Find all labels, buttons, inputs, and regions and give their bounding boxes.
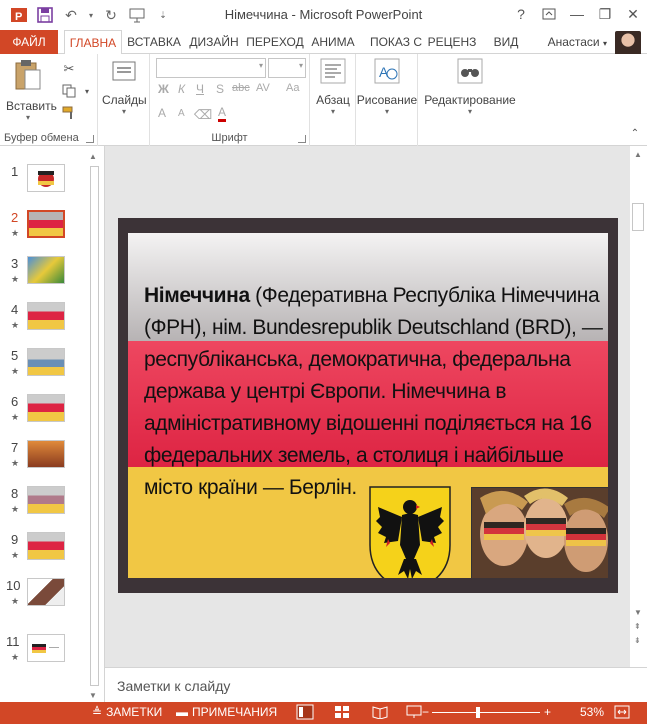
scroll-down-icon[interactable]: ▼ (634, 608, 642, 617)
font-family-combo[interactable]: ▾ (156, 58, 266, 78)
slides-group: Слайды ▾ (98, 54, 150, 146)
previous-slide-icon[interactable]: ⇞ (634, 622, 641, 631)
paste-icon (6, 58, 50, 95)
tab-animations[interactable]: АНИМА (308, 30, 358, 54)
zoom-slider-track[interactable] (432, 712, 540, 713)
drawing-button[interactable]: A Рисование ▾ (356, 58, 418, 116)
slides-button[interactable]: Слайды ▾ (102, 58, 147, 116)
title-bar: P ↶ ▾ ↻ ⇣ Німеччина - Microsoft PowerPoi… (0, 0, 647, 30)
char-spacing-button[interactable]: AV (256, 82, 270, 94)
fit-slide-icon (614, 705, 630, 719)
fit-slide-button[interactable] (614, 705, 630, 719)
cut-icon[interactable]: ✂ (60, 60, 78, 78)
tab-home[interactable]: ГЛАВНА (64, 30, 122, 55)
shadow-button[interactable]: S (216, 82, 224, 96)
slides-dropdown-icon: ▾ (121, 107, 126, 116)
reading-view-icon (372, 706, 388, 719)
slideshow-view-button[interactable] (406, 705, 422, 719)
strikethrough-button[interactable]: abc (232, 82, 250, 94)
tab-design[interactable]: ДИЗАЙН (186, 30, 242, 54)
notes-pane[interactable]: Заметки к слайду (104, 667, 647, 702)
paste-dropdown-icon: ▾ (25, 113, 30, 122)
zoom-slider-thumb[interactable] (476, 707, 480, 718)
scrollbar-thumb[interactable] (632, 203, 644, 231)
scroll-up-icon[interactable]: ▲ (89, 152, 97, 161)
fans-with-flag-facepaint-image[interactable] (471, 487, 608, 578)
font-color-button[interactable]: A (218, 106, 227, 122)
editing-dropdown-icon: ▾ (467, 107, 472, 116)
paragraph-icon (312, 58, 354, 89)
help-button[interactable]: ? (507, 0, 535, 28)
notes-toggle-button[interactable]: ≜ ЗАМЕТКИ (92, 705, 162, 719)
slide-sorter-icon (335, 706, 349, 718)
notes-icon: ≜ (92, 705, 103, 719)
font-group: ▾ ▾ Ж К Ч S abc AV Aa A A ⌫ A Шрифт (150, 54, 310, 146)
format-painter-icon[interactable] (60, 104, 78, 122)
font-group-label: Шрифт (211, 132, 248, 144)
normal-view-icon (296, 704, 314, 720)
scroll-up-icon[interactable]: ▲ (634, 150, 642, 159)
minimize-button[interactable]: — (563, 0, 591, 28)
drawing-group: A Рисование ▾ (356, 54, 418, 146)
tab-review[interactable]: РЕЦЕНЗ (426, 30, 478, 54)
clipboard-group: Вставить ▾ ✂ ▾ Буфер обмена (0, 54, 98, 146)
ribbon: Вставить ▾ ✂ ▾ Буфер обмена Слайды ▾ ▾ ▾… (0, 54, 647, 146)
zoom-level[interactable]: 53% (580, 705, 604, 719)
zoom-in-button[interactable]: + (544, 705, 551, 719)
copy-icon[interactable] (60, 82, 78, 100)
thumbnails-scrollbar[interactable]: ▲ ▼ (87, 150, 101, 700)
scroll-down-icon[interactable]: ▼ (89, 691, 97, 700)
window-controls: ? — ❐ ✕ (507, 0, 647, 28)
status-bar: ≜ ЗАМЕТКИ ▬ ПРИМЕЧАНИЯ − + 53% (0, 702, 647, 724)
paragraph-group: Абзац ▾ (310, 54, 356, 146)
restore-button[interactable]: ❐ (591, 0, 619, 28)
tab-file[interactable]: ФАЙЛ (0, 30, 58, 54)
editing-group: Редактирование ▾ (418, 54, 522, 146)
tab-insert[interactable]: ВСТАВКА (126, 30, 182, 54)
german-coat-of-arms-image[interactable] (368, 485, 452, 578)
slide-sorter-button[interactable] (334, 705, 350, 719)
bold-button[interactable]: Ж (158, 82, 169, 96)
copy-dropdown-icon[interactable]: ▾ (78, 82, 96, 100)
underline-button[interactable]: Ч (196, 82, 204, 96)
collapse-ribbon-icon[interactable]: ⌃ (626, 124, 644, 142)
paste-button[interactable]: Вставить ▾ (6, 58, 57, 122)
slide-vertical-scrollbar[interactable]: ▲ ▼ ⇞ ⇟ (630, 146, 647, 667)
binoculars-icon (420, 58, 520, 89)
editing-button[interactable]: Редактирование ▾ (420, 58, 520, 116)
italic-button[interactable]: К (178, 82, 185, 96)
tab-slideshow[interactable]: ПОКАЗ С (368, 30, 424, 54)
tab-view[interactable]: ВИД (490, 30, 522, 54)
drawing-dropdown-icon: ▾ (384, 107, 389, 116)
new-slide-icon (102, 58, 146, 89)
normal-view-button[interactable] (296, 704, 314, 720)
slideshow-view-icon (406, 705, 422, 718)
shrink-font-button[interactable]: A (178, 108, 185, 119)
next-slide-icon[interactable]: ⇟ (634, 636, 641, 645)
comments-toggle-button[interactable]: ▬ ПРИМЕЧАНИЯ (176, 705, 277, 719)
grow-font-button[interactable]: A (158, 106, 166, 120)
tab-transitions[interactable]: ПЕРЕХОД (246, 30, 304, 54)
reading-view-button[interactable] (372, 705, 388, 719)
clipboard-group-label: Буфер обмена (4, 132, 79, 144)
current-slide[interactable]: Німеччина (Федеративна Республіка Німечч… (118, 218, 618, 593)
paragraph-button[interactable]: Абзац ▾ (312, 58, 354, 116)
ribbon-tabs: ФАЙЛ ГЛАВНА ВСТАВКА ДИЗАЙН ПЕРЕХОД АНИМА… (0, 30, 647, 57)
zoom-out-button[interactable]: − (422, 705, 429, 719)
comment-icon: ▬ (176, 705, 188, 719)
font-size-combo[interactable]: ▾ (268, 58, 306, 78)
slide-body-text[interactable]: Німеччина (Федеративна Республіка Німечч… (144, 280, 606, 504)
clipboard-launcher-icon[interactable] (86, 135, 94, 143)
close-button[interactable]: ✕ (619, 0, 647, 28)
change-case-button[interactable]: Aa (286, 82, 299, 94)
clear-formatting-icon[interactable]: ⌫ (194, 106, 212, 124)
account-name[interactable]: Анастаси ▾ (548, 30, 607, 54)
font-launcher-icon[interactable] (298, 135, 306, 143)
ribbon-display-options-icon[interactable] (535, 0, 563, 28)
notes-placeholder: Заметки к слайду (117, 678, 231, 694)
shapes-icon: A (356, 58, 418, 89)
paragraph-dropdown-icon: ▾ (330, 107, 335, 116)
